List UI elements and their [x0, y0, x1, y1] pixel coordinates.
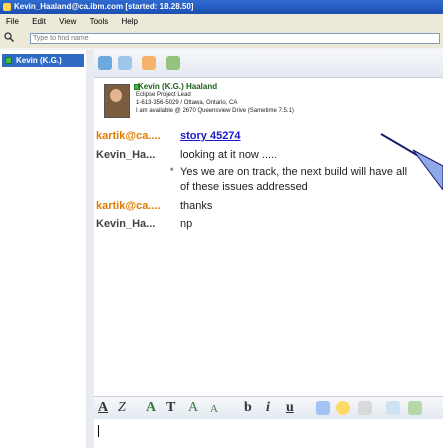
search-input[interactable] — [30, 33, 440, 44]
contact-label: Kevin (K.G.) — [16, 56, 62, 65]
message-input[interactable] — [94, 419, 443, 448]
text-caret — [98, 425, 99, 437]
message-link[interactable]: story 45274 — [180, 130, 241, 142]
menu-view[interactable]: View — [53, 14, 81, 29]
italic-style-icon[interactable]: Z — [118, 400, 126, 416]
search-row — [0, 29, 443, 48]
font-icon[interactable]: T — [166, 400, 175, 416]
menu-help[interactable]: Help — [116, 14, 143, 29]
menu-tools[interactable]: Tools — [84, 14, 114, 29]
underline-icon[interactable]: u — [286, 400, 294, 416]
chat-window: Kevin_Haaland@ca.ibm.com [started: 18.28… — [0, 0, 443, 448]
draw-icon[interactable] — [316, 401, 330, 415]
meeting-icon[interactable] — [118, 56, 132, 70]
app-icon — [3, 3, 11, 11]
message-bullet: * — [170, 166, 174, 176]
card-phone-location: 1-613-356-5029 / Ottawa, Ontario, CA — [136, 100, 238, 106]
group-chat-icon[interactable] — [98, 56, 112, 70]
bold-icon[interactable]: b — [244, 400, 252, 416]
menu-bar: File Edit View Tools Help — [0, 14, 443, 29]
message-sender: Kevin_Ha... — [96, 218, 156, 230]
avatar — [104, 84, 130, 118]
contact-item[interactable]: Kevin (K.G.) — [2, 54, 84, 67]
card-availability: I am available @ 2670 Queensview Drive (… — [136, 108, 294, 114]
format-toolbar: A Z A T A A b i u — [94, 396, 443, 420]
add-person-icon[interactable] — [142, 56, 156, 70]
bold-style-icon[interactable]: A — [98, 400, 108, 416]
emoticon-icon[interactable] — [336, 401, 350, 415]
attach-icon[interactable] — [386, 401, 400, 415]
screen-icon[interactable] — [408, 401, 422, 415]
italic-icon[interactable]: i — [266, 400, 270, 416]
business-card: Kevin (K.G.) Haaland Eclipse Project Lea… — [100, 80, 440, 124]
presence-icon — [5, 57, 12, 64]
message-text: thanks — [180, 200, 213, 212]
window-title: Kevin_Haaland@ca.ibm.com [started: 18.28… — [14, 2, 194, 11]
pointer-arrow-icon — [380, 133, 443, 190]
card-role: Eclipse Project Lead — [136, 92, 191, 98]
search-icon — [4, 32, 14, 42]
splitter[interactable] — [86, 50, 94, 448]
menu-file[interactable]: File — [0, 14, 24, 29]
link-icon[interactable] — [358, 401, 372, 415]
message-sender: Kevin_Ha... — [96, 149, 156, 161]
card-name: Kevin (K.G.) Haaland — [138, 82, 218, 91]
title-bar[interactable]: Kevin_Haaland@ca.ibm.com [started: 18.28… — [0, 0, 443, 14]
message-text: of these issues addressed — [180, 181, 308, 193]
shrink-font-icon[interactable]: A — [210, 403, 218, 415]
chat-panel: Kevin (K.G.) Haaland Eclipse Project Lea… — [94, 50, 443, 448]
chat-toolbar — [94, 50, 443, 78]
message-text: np — [180, 218, 193, 230]
message-sender: kartik@ca.... — [96, 130, 161, 142]
contact-list: Kevin (K.G.) — [0, 50, 87, 448]
text-color-icon[interactable]: A — [146, 400, 156, 416]
people-icon[interactable] — [166, 56, 180, 70]
message-text: looking at it now ..... — [180, 149, 278, 161]
message-sender: kartik@ca.... — [96, 200, 161, 212]
menu-edit[interactable]: Edit — [26, 14, 51, 29]
grow-font-icon[interactable]: A — [188, 400, 198, 416]
message-text: Yes we are on track, the next build will… — [180, 166, 408, 178]
